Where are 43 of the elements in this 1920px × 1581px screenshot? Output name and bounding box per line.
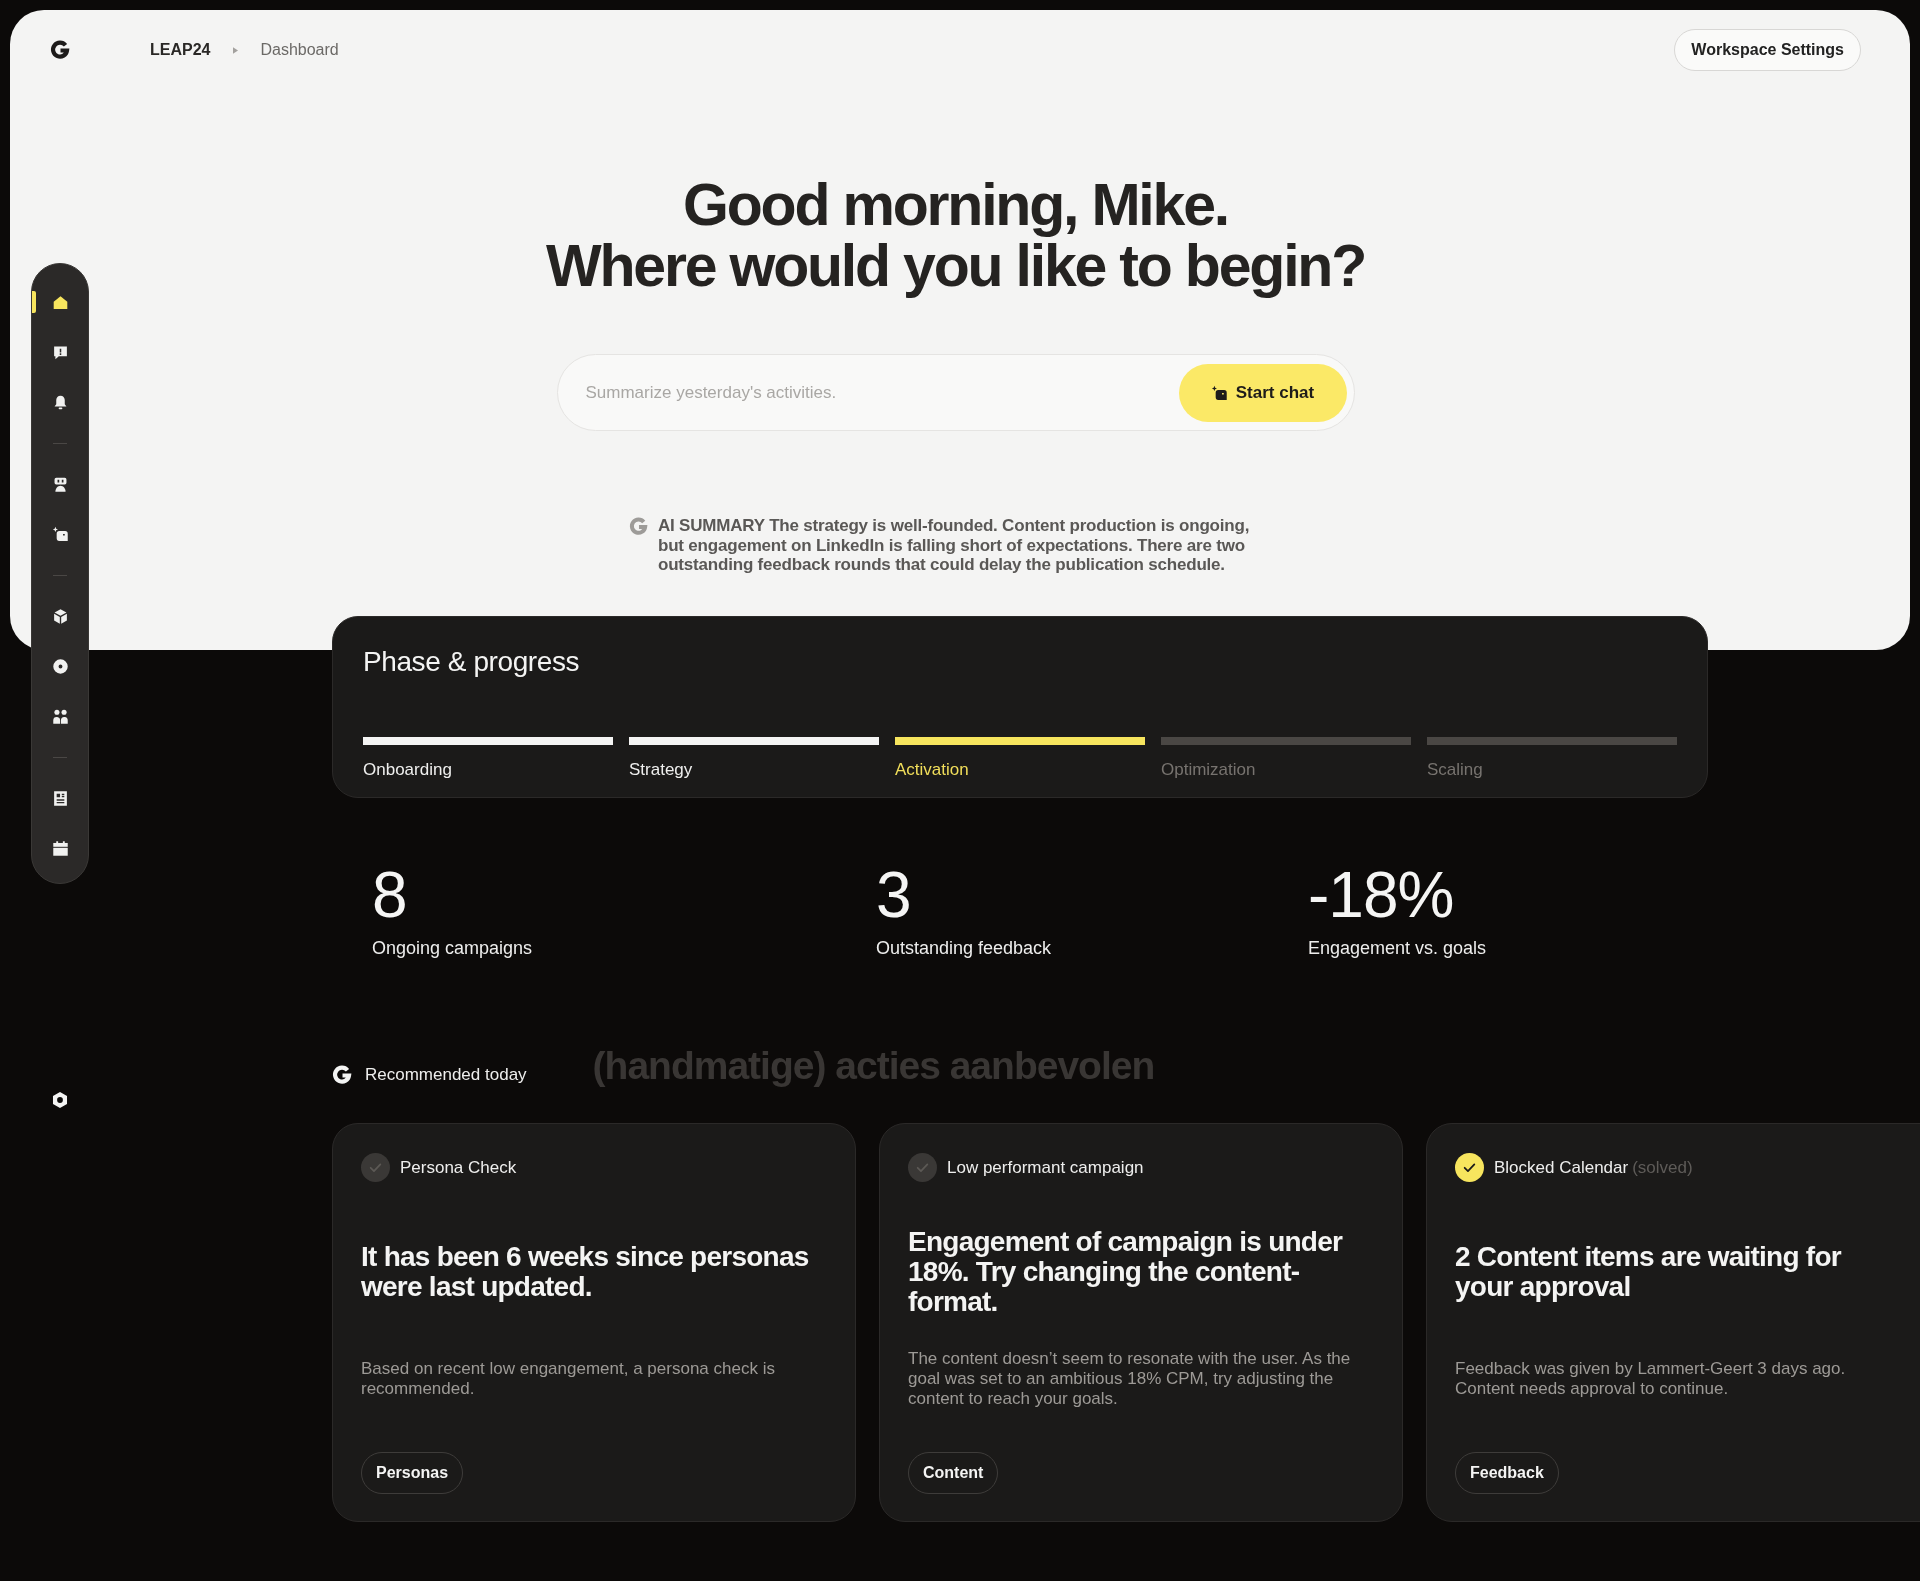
status-note: (solved) — [1632, 1157, 1693, 1178]
card-headline: 2 Content items are waiting for your approval — [1455, 1242, 1843, 1302]
logo-icon — [332, 1065, 352, 1085]
stat-value: -18% — [1308, 859, 1454, 931]
logo-icon — [629, 517, 648, 536]
start-chat-button[interactable]: Start chat — [1178, 364, 1347, 422]
calendar-icon — [51, 839, 69, 857]
settings-icon[interactable] — [51, 1091, 69, 1109]
greeting-heading: Good morning, Mike. — [683, 175, 1228, 236]
card-description: The content doesn’t seem to resonate with the user. As the goal was set to an ambitious 18% CPM, try adjusting the content to reach your goals. — [908, 1349, 1352, 1409]
card-description: Feedback was given by Lammert-Geert 3 days ago. Content needs approval to continue. — [1455, 1359, 1847, 1399]
phase-label: Optimization — [1161, 759, 1256, 781]
card-description: Based on recent low engangement, a persona check is recommended. — [361, 1359, 776, 1399]
ai-summary-text: AI SUMMARY The strategy is well-founded. Content production is ongoing, but engagement on LinkedIn is falling short of expectations. There are two outstanding feedback rounds that could delay the publication schedule. — [658, 516, 1251, 575]
workspace-settings-button[interactable]: Workspace Settings — [1674, 29, 1861, 71]
breadcrumb-link[interactable]: LEAP24 — [150, 41, 211, 59]
document-icon — [51, 789, 69, 807]
section-title: Recommended today — [365, 1065, 527, 1085]
card-title: Low performant campaign — [947, 1157, 1144, 1178]
card-title: Blocked Calendar — [1494, 1157, 1629, 1178]
stat-label: Outstanding feedback — [876, 937, 1052, 959]
card-title: Persona Check — [400, 1157, 517, 1178]
stat-label: Engagement vs. goals — [1308, 937, 1487, 959]
sparkle-chat-icon — [51, 525, 69, 543]
chevron-right-icon — [233, 46, 239, 54]
phase-label: Activation — [895, 759, 969, 781]
active-indicator — [32, 291, 36, 313]
sparkle-chat-icon — [1210, 384, 1228, 402]
panel-title: Phase & progress — [363, 645, 580, 679]
stat-label: Ongoing campaigns — [372, 937, 533, 959]
question-heading: Where would you like to begin? — [546, 236, 1365, 297]
cube-icon — [51, 607, 69, 625]
phase-label: Scaling — [1427, 759, 1483, 781]
card-headline: Engagement of campaign is under 18%. Try changing the content-format. — [908, 1227, 1344, 1317]
phase-label: Strategy — [629, 759, 693, 781]
logo-icon[interactable] — [50, 40, 70, 60]
stat-value: 8 — [372, 859, 407, 931]
phase-label: Onboarding — [363, 759, 452, 781]
card-headline: It has been 6 weeks since personas were last updated. — [361, 1242, 810, 1302]
home-icon — [51, 293, 69, 311]
stat-value: 3 — [876, 859, 911, 931]
breadcrumb-current: Dashboard — [260, 41, 339, 59]
people-icon — [51, 707, 69, 725]
